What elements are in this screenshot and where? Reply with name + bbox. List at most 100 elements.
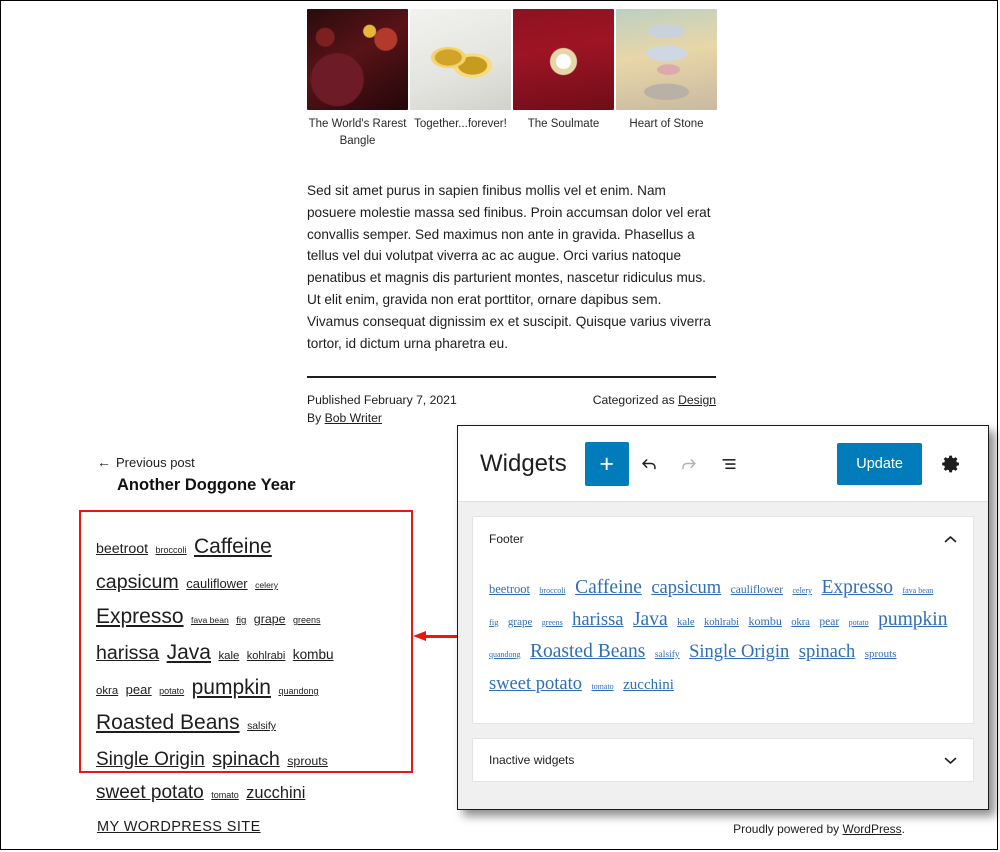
undo-icon[interactable] (629, 444, 669, 484)
widget-area-header-inactive[interactable]: Inactive widgets (473, 739, 973, 781)
tag-link[interactable]: Java (167, 641, 211, 664)
widget-area-inactive: Inactive widgets (472, 738, 974, 782)
gallery-caption: The World's Rarest Bangle (308, 118, 407, 147)
tag-link[interactable]: cauliflower (186, 576, 247, 591)
gallery-item[interactable]: The World's Rarest Bangle (307, 9, 408, 150)
tag-link[interactable]: Roasted Beans (530, 641, 645, 662)
tag-link[interactable]: capsicum (96, 571, 179, 593)
credit-suffix: . (901, 822, 905, 836)
post-body-text: Sed sit amet purus in sapien finibus mol… (307, 183, 711, 351)
ring-thumb-image[interactable] (307, 9, 408, 110)
tag-link[interactable]: fava bean (191, 615, 229, 625)
site-footer: MY WORDPRESS SITE Proudly powered by Wor… (97, 819, 905, 836)
previous-post-label: Previous post (116, 455, 195, 470)
widget-area-footer: Footer beetroot broccoli Caffeine capsic… (472, 516, 974, 724)
tag-link[interactable]: beetroot (96, 541, 148, 557)
tag-link[interactable]: harissa (572, 610, 623, 630)
tag-link[interactable]: kale (677, 617, 695, 628)
tag-link[interactable]: greens (542, 618, 563, 627)
author-link[interactable]: Bob Writer (325, 411, 382, 425)
add-block-button[interactable]: + (584, 441, 629, 486)
tag-link[interactable]: kombu (293, 647, 334, 662)
tag-link[interactable]: sweet potato (96, 782, 204, 803)
tag-link[interactable]: tomato (211, 790, 239, 800)
tag-link[interactable]: fig (236, 615, 246, 626)
tag-link[interactable]: salsify (247, 721, 276, 732)
frontend-tag-cloud: beetroot broccoli Caffeine capsicum caul… (96, 531, 341, 811)
redo-icon[interactable] (669, 444, 709, 484)
tag-link[interactable]: sweet potato (489, 674, 582, 694)
tag-link[interactable]: grape (254, 612, 286, 626)
tag-link[interactable]: spinach (799, 642, 856, 662)
arrow-left-icon: ← (97, 454, 111, 470)
tag-link[interactable]: potato (159, 686, 184, 696)
wordpress-link[interactable]: WordPress (843, 822, 902, 836)
tag-link[interactable]: spinach (212, 748, 280, 770)
previous-post-nav[interactable]: ← Previous post Another Doggone Year (97, 454, 295, 495)
tag-link[interactable]: grape (508, 616, 532, 628)
tag-link[interactable]: tomato (591, 682, 613, 691)
widget-area-header-footer[interactable]: Footer (473, 517, 973, 561)
tag-link[interactable]: quandong (489, 650, 521, 659)
tag-link[interactable]: Expresso (821, 577, 893, 598)
tag-link[interactable]: capsicum (651, 578, 721, 598)
update-button[interactable]: Update (837, 442, 922, 485)
tag-link[interactable]: salsify (655, 650, 680, 660)
tag-link[interactable]: Roasted Beans (96, 711, 240, 734)
site-title-link[interactable]: MY WORDPRESS SITE (97, 819, 261, 835)
heart-pendant-thumb-image[interactable] (616, 9, 717, 110)
tag-link[interactable]: kohlrabi (247, 650, 286, 662)
tag-link[interactable]: beetroot (489, 582, 530, 596)
tag-link[interactable]: Java (633, 609, 668, 630)
widget-area-title: Footer (489, 532, 524, 546)
tag-link[interactable]: fava bean (902, 586, 933, 595)
tag-link[interactable]: pumpkin (878, 609, 947, 630)
post-gallery: The World's Rarest Bangle Together...for… (307, 9, 717, 150)
tag-link[interactable]: kale (218, 650, 239, 662)
tag-link[interactable]: okra (791, 617, 810, 628)
chevron-down-icon[interactable] (944, 753, 957, 768)
tag-link[interactable]: broccoli (156, 545, 187, 555)
tag-link[interactable]: harissa (96, 642, 159, 664)
gallery-item[interactable]: Together...forever! (410, 9, 511, 150)
tag-link[interactable]: greens (293, 615, 321, 625)
tag-link[interactable]: okra (96, 685, 118, 697)
tag-link[interactable]: celery (792, 586, 812, 595)
tag-link[interactable]: quandong (278, 686, 318, 696)
bracelet-thumb-image[interactable] (513, 9, 614, 110)
tag-link[interactable]: pear (126, 682, 152, 697)
category-link[interactable]: Design (678, 393, 716, 407)
tag-link[interactable]: Caffeine (194, 535, 272, 558)
tag-link[interactable]: Expresso (96, 605, 184, 628)
tag-link[interactable]: broccoli (539, 586, 565, 595)
tag-link[interactable]: Single Origin (689, 642, 789, 662)
tag-link[interactable]: kombu (748, 614, 781, 628)
gear-icon[interactable] (930, 443, 972, 485)
tag-link[interactable]: zucchini (623, 677, 674, 693)
tag-link[interactable]: cauliflower (731, 584, 783, 596)
tag-link[interactable]: zucchini (246, 784, 305, 802)
tag-link[interactable]: potato (849, 618, 869, 627)
tag-link[interactable]: sprouts (287, 754, 328, 768)
admin-tag-cloud-widget: beetroot broccoli Caffeine capsicum caul… (473, 561, 973, 723)
arrow-shaft (423, 635, 457, 638)
post-category-line: Categorized as Design (593, 391, 716, 409)
gallery-item[interactable]: The Soulmate (513, 9, 614, 150)
tag-link[interactable]: pear (819, 616, 839, 628)
tag-link[interactable]: Caffeine (575, 577, 642, 598)
list-view-icon[interactable] (709, 444, 749, 484)
chevron-up-icon[interactable] (944, 532, 957, 547)
widgets-admin-window: Widgets + Update Footer beetroot broccol… (457, 425, 989, 810)
browser-page-frame: The World's Rarest Bangle Together...for… (0, 0, 998, 850)
tag-link[interactable]: pumpkin (192, 676, 271, 699)
gallery-item[interactable]: Heart of Stone (616, 9, 717, 150)
previous-post-title[interactable]: Another Doggone Year (117, 476, 295, 495)
tag-link[interactable]: Single Origin (96, 749, 205, 770)
wedding-rings-thumb-image[interactable] (410, 9, 511, 110)
tag-link[interactable]: sprouts (865, 648, 897, 660)
post-meta: Published February 7, 2021 By Bob Writer… (307, 391, 716, 427)
tag-link[interactable]: fig (489, 617, 498, 627)
widgets-page-title: Widgets (480, 449, 567, 477)
tag-link[interactable]: celery (255, 580, 278, 590)
tag-link[interactable]: kohlrabi (704, 617, 739, 628)
